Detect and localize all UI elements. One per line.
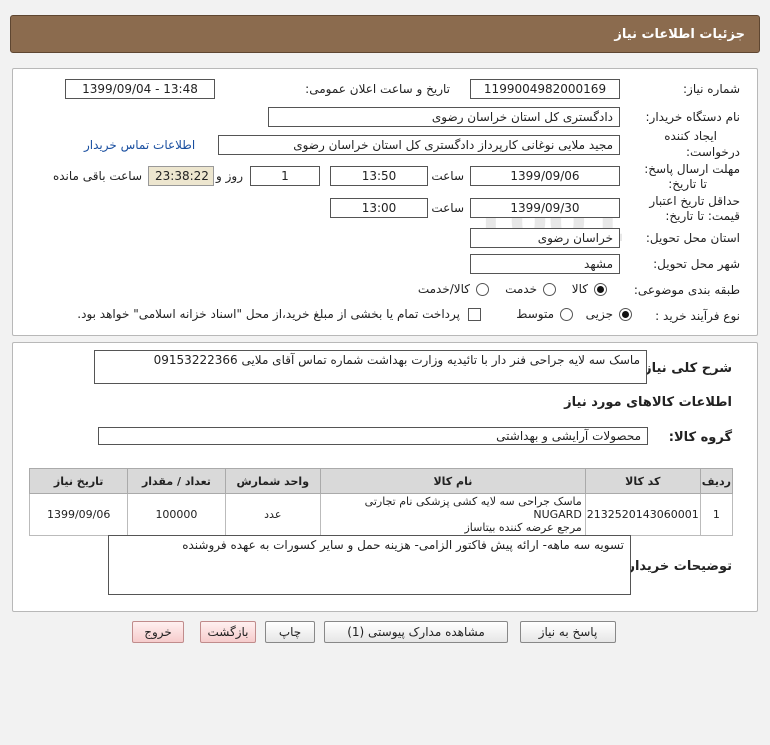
reply-time-label: ساعت bbox=[431, 169, 464, 183]
city-field: مشهد bbox=[470, 254, 620, 274]
table-row[interactable]: 1 2132520143060001 ماسک جراحی سه لایه کش… bbox=[28, 493, 734, 536]
category-option-service: خدمت bbox=[505, 282, 537, 296]
creator-label-1: ایجاد کننده bbox=[664, 129, 717, 143]
process-option-minor: جزیی bbox=[585, 307, 613, 321]
attachments-button[interactable]: مشاهده مدارک پیوستی (1) bbox=[324, 621, 508, 643]
col-unit: واحد شمارش bbox=[224, 468, 321, 494]
buyer-label: نام دستگاه خریدار: bbox=[645, 110, 741, 124]
buyer-field: دادگستری کل استان خراسان رضوی bbox=[268, 107, 620, 127]
payment-note: پرداخت تمام یا بخشی از مبلغ خرید،از محل … bbox=[77, 307, 460, 321]
category-radio-service[interactable] bbox=[543, 283, 556, 296]
goods-table-wrap: ردیف کد کالا نام کالا واحد شمارش تعداد /… bbox=[28, 468, 734, 536]
reply-deadline-label-2: تا تاریخ: bbox=[668, 177, 707, 191]
need-number-field: 1199004982000169 bbox=[470, 79, 620, 99]
contact-info-link[interactable]: اطلاعات تماس خریدار bbox=[84, 138, 195, 152]
need-number-label: شماره نیاز: bbox=[683, 82, 740, 96]
col-qty: تعداد / مقدار bbox=[127, 468, 226, 494]
province-field: خراسان رضوی bbox=[470, 228, 620, 248]
process-option-medium: متوسط bbox=[516, 307, 554, 321]
description-field: ماسک سه لایه جراحی فنر دار با تائیدیه وز… bbox=[94, 350, 647, 384]
description-label: شرح کلی نیاز: bbox=[638, 361, 732, 376]
days-label: روز و bbox=[216, 169, 243, 183]
reply-deadline-label-1: مهلت ارسال پاسخ: bbox=[644, 162, 740, 176]
process-radio-medium[interactable] bbox=[560, 308, 573, 321]
validity-label-2: قیمت: تا تاریخ: bbox=[665, 209, 740, 223]
col-name: نام کالا bbox=[319, 468, 586, 494]
goods-section-title: اطلاعات کالاهای مورد نیاز bbox=[564, 395, 732, 410]
col-row: ردیف bbox=[699, 468, 734, 494]
announce-label: تاریخ و ساعت اعلان عمومی: bbox=[305, 82, 450, 96]
creator-label-2: درخواست: bbox=[686, 145, 740, 159]
city-label: شهر محل تحویل: bbox=[653, 257, 740, 271]
cell-row: 1 bbox=[699, 493, 734, 536]
announce-field: 1399/09/04 - 13:48 bbox=[65, 79, 215, 99]
goods-group-field: محصولات آرایشی و بهداشتی bbox=[98, 427, 648, 445]
validity-time-label: ساعت bbox=[431, 201, 464, 215]
cell-name: ماسک جراحی سه لایه کشی پزشکی نام تجارتی … bbox=[319, 493, 586, 536]
page-header: جزئیات اطلاعات نیاز bbox=[10, 15, 760, 53]
col-code: کد کالا bbox=[584, 468, 701, 494]
category-label: طبقه بندی موضوعی: bbox=[633, 283, 740, 297]
category-radio-goods-service[interactable] bbox=[476, 283, 489, 296]
buyer-notes-field: تسویه سه ماهه- ارائه پیش فاکتور الزامی- … bbox=[108, 535, 631, 595]
reply-button[interactable]: پاسخ به نیاز bbox=[520, 621, 616, 643]
category-option-goods-service: کالا/خدمت bbox=[417, 282, 470, 296]
payment-checkbox[interactable] bbox=[468, 308, 481, 321]
cell-code: 2132520143060001 bbox=[584, 493, 701, 536]
goods-table: ردیف کد کالا نام کالا واحد شمارش تعداد /… bbox=[28, 468, 734, 536]
buyer-notes-label: توضیحات خریدار: bbox=[622, 559, 732, 574]
province-label: استان محل تحویل: bbox=[645, 231, 740, 245]
goods-group-label: گروه کالا: bbox=[668, 430, 732, 445]
category-radio-goods[interactable] bbox=[594, 283, 607, 296]
cell-name-line2: مرجع عرضه کننده بیتاساز bbox=[464, 521, 582, 534]
page-title: جزئیات اطلاعات نیاز bbox=[614, 27, 745, 42]
creator-field: مجید ملایی نوغانی کارپرداز دادگستری کل ا… bbox=[218, 135, 620, 155]
cell-name-line1: ماسک جراحی سه لایه کشی پزشکی نام تجارتی … bbox=[364, 495, 582, 521]
days-field: 1 bbox=[250, 166, 320, 186]
back-button[interactable]: بازگشت bbox=[200, 621, 256, 643]
process-radio-minor[interactable] bbox=[619, 308, 632, 321]
cell-date: 1399/09/06 bbox=[28, 493, 129, 536]
reply-date-field: 1399/09/06 bbox=[470, 166, 620, 186]
validity-date-field: 1399/09/30 bbox=[470, 198, 620, 218]
remaining-time-field: 23:38:22 bbox=[148, 166, 214, 186]
validity-label-1: حداقل تاریخ اعتبار bbox=[649, 194, 740, 208]
goods-table-header-row: ردیف کد کالا نام کالا واحد شمارش تعداد /… bbox=[28, 468, 734, 494]
cell-unit: عدد bbox=[224, 493, 321, 536]
category-option-goods: کالا bbox=[571, 282, 588, 296]
validity-time-field: 13:00 bbox=[330, 198, 428, 218]
process-label: نوع فرآیند خرید : bbox=[655, 309, 740, 323]
exit-button[interactable]: خروج bbox=[132, 621, 184, 643]
reply-time-field: 13:50 bbox=[330, 166, 428, 186]
print-button[interactable]: چاپ bbox=[265, 621, 315, 643]
cell-qty: 100000 bbox=[127, 493, 226, 536]
col-date: تاریخ نیاز bbox=[28, 468, 129, 494]
remaining-time-label: ساعت باقی مانده bbox=[52, 169, 142, 183]
